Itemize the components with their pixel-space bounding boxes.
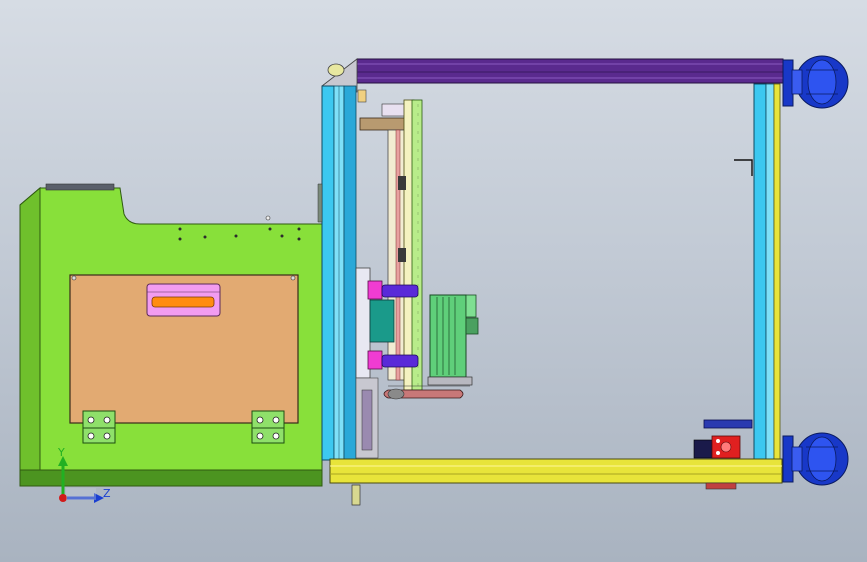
panel-handle	[146, 283, 221, 317]
right-frame-post	[753, 83, 781, 461]
triad-z-label: Z	[103, 487, 111, 500]
wheel-bottom	[782, 432, 849, 486]
hinge-right	[251, 410, 285, 444]
bottom-beam	[329, 458, 783, 506]
right-post-bracket	[734, 159, 753, 176]
slide-column	[355, 89, 423, 459]
green-motor	[427, 294, 479, 386]
triad-x-origin	[59, 494, 67, 502]
housing-post-bracket	[317, 183, 323, 223]
valve-block	[693, 419, 753, 459]
hinge-left	[82, 410, 116, 444]
left-frame-post	[321, 85, 357, 461]
model-canvas: Y Z	[19, 55, 849, 506]
drive-belt	[383, 385, 470, 400]
top-beam	[356, 58, 784, 84]
cad-viewport[interactable]: Y Z	[0, 0, 867, 562]
triad-y-label: Y	[57, 446, 65, 459]
wheel-top	[782, 55, 849, 109]
